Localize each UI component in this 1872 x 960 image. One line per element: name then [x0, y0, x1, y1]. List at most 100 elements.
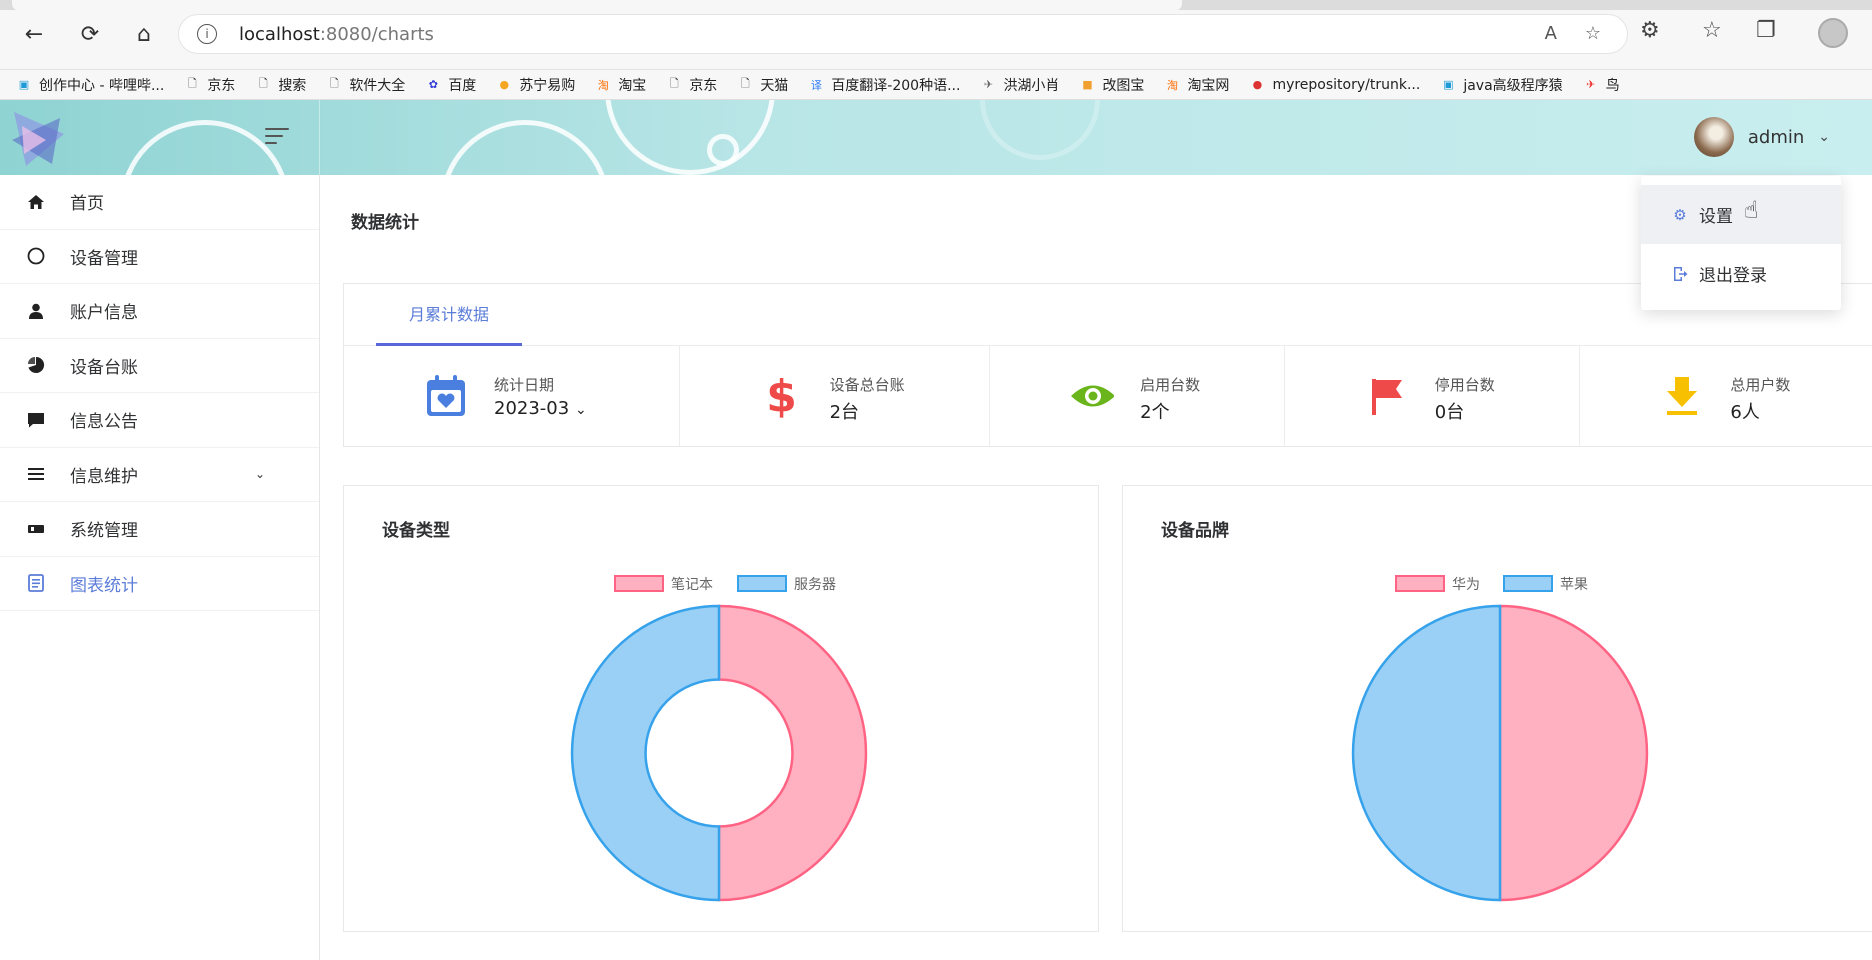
read-aloud-icon[interactable]: A [1545, 23, 1557, 44]
bookmark-item[interactable]: 🗋 京东 [184, 75, 235, 95]
settings-menu-item[interactable]: ⚙ 设置 [1641, 185, 1841, 244]
bookmark-item[interactable]: 淘淘宝 [595, 75, 647, 95]
pie-slice[interactable] [717, 604, 868, 902]
legend-swatch[interactable] [737, 575, 787, 592]
back-arrow-icon[interactable]: ← [16, 16, 52, 52]
sidebar-item-label: 设备管理 [70, 248, 138, 269]
legend-label: 服务器 [794, 577, 836, 593]
main-content: 数据统计 月累计数据 统计日期 2023-03 ⌄ $ 设备总台账 2台 启用台… [321, 175, 1872, 960]
chart-card-device-type: 设备类型 笔记本 服务器 [343, 485, 1099, 932]
stat-disabled: 停用台数 0台 [1285, 346, 1581, 447]
decor-circle [605, 100, 775, 175]
bookmark-item[interactable]: 淘淘宝网 [1164, 75, 1230, 95]
tab-monthly[interactable]: 月累计数据 [376, 284, 522, 346]
page-icon: 🗋 [669, 77, 679, 90]
taobao-icon: 淘 [1166, 78, 1178, 92]
site-info-icon[interactable]: i [197, 24, 217, 44]
sidebar-item-account[interactable]: 账户信息 [0, 284, 319, 339]
sidebar-item-label: 设备台账 [70, 357, 138, 378]
bookmark-item[interactable]: ● 苏宁易购 [496, 75, 576, 95]
sidebar-item-announcements[interactable]: 信息公告 [0, 393, 319, 448]
browser-profile-avatar[interactable] [1818, 18, 1848, 48]
stat-value: 2台 [829, 402, 860, 423]
bookmark-item[interactable]: ✈ 洪湖小肖 [980, 75, 1060, 95]
favorites-icon[interactable]: ☆ [1702, 18, 1722, 43]
bookmark-item[interactable]: ■ 改图宝 [1079, 75, 1144, 95]
bird-icon: ✈ [983, 78, 994, 91]
pie-chart: 华为 苹果 [1351, 575, 1649, 902]
system-icon [26, 519, 46, 539]
gaitubao-icon: ■ [1082, 78, 1093, 91]
bookmarks-bar: ▣ 创作中心 - 哔哩哔... 🗋 京东 🗋 搜索 🗋 软件大全 ✿ 百度 ● 苏宁易购淘淘宝 🗋 京东 🗋… [0, 70, 1872, 100]
stat-row: 统计日期 2023-03 ⌄ $ 设备总台账 2台 启用台数 2个 停用台数 0… [344, 346, 1872, 447]
bilibili-icon: ▣ [1443, 78, 1454, 91]
legend-label: 华为 [1452, 577, 1480, 593]
chevron-down-icon[interactable]: ⌄ [255, 467, 265, 481]
bookmark-item[interactable]: 🗋 天猫 [737, 75, 788, 95]
username[interactable]: admin [1748, 127, 1804, 148]
bookmark-label: 改图宝 [1102, 77, 1145, 94]
doughnut-chart: 笔记本 服务器 [570, 575, 868, 902]
legend-swatch[interactable] [1503, 575, 1553, 592]
collections-icon[interactable]: ❐ [1756, 18, 1776, 43]
url-path: :8080/charts [319, 23, 434, 45]
sidebar-item-label: 图表统计 [70, 575, 138, 596]
sidebar-item-devices[interactable]: 设备管理 [0, 230, 319, 284]
bookmark-item[interactable]: ▣ 创作中心 - 哔哩哔... [16, 75, 165, 95]
chevron-down-icon[interactable]: ⌄ [1818, 129, 1830, 145]
bookmark-item[interactable]: ✿ 百度 [425, 75, 477, 95]
sidebar-item-system[interactable]: 系统管理 [0, 502, 319, 557]
legend-swatch[interactable] [614, 575, 664, 592]
gear-icon: ⚙ [1673, 205, 1687, 224]
bookmark-label: 创作中心 - 哔哩哔... [39, 77, 165, 94]
legend-swatch[interactable] [1395, 575, 1445, 592]
bookmark-item[interactable]: ▣ java高级程序猿 [1440, 75, 1563, 95]
bookmark-label: myrepository/trunk... [1272, 76, 1421, 93]
baidu-icon: ✿ [428, 78, 438, 91]
menu-toggle-icon[interactable] [265, 128, 289, 149]
calendar-icon [424, 374, 468, 418]
chevron-down-icon[interactable]: ⌄ [575, 402, 587, 418]
decor-circle [980, 100, 1100, 160]
sidebar-item-label: 系统管理 [70, 521, 138, 542]
reload-icon[interactable]: ⟳ [72, 16, 108, 52]
active-tab[interactable] [12, 0, 1182, 10]
favorite-add-icon[interactable]: ☆ [1585, 23, 1601, 44]
sidebar-item-maintenance[interactable]: 信息维护 ⌄ [0, 448, 319, 502]
bookmark-item[interactable]: ✈ 鸟 [1583, 75, 1620, 95]
logout-menu-item[interactable]: 退出登录 [1641, 244, 1841, 303]
sidebar-item-home[interactable]: 首页 [0, 175, 319, 230]
circle-icon [26, 246, 46, 266]
bookmark-item[interactable]: 🗋 京东 [666, 75, 717, 95]
browser-toolbar: ← ⟳ ⌂ i localhost:8080/charts A ☆ ⚙ ☆ ❐ [0, 0, 1872, 70]
pie-slice[interactable] [1351, 604, 1502, 902]
pie-slice[interactable] [570, 604, 721, 902]
menu-item-label: 退出登录 [1699, 266, 1767, 286]
extensions-icon[interactable]: ⚙ [1640, 18, 1660, 43]
bookmark-label: 百度翻译-200种语... [831, 77, 961, 94]
home-browser-icon[interactable]: ⌂ [126, 16, 162, 52]
user-menu[interactable]: admin ⌄ [1693, 117, 1830, 157]
bookmark-item[interactable]: 🗋 搜索 [255, 75, 306, 95]
bookmark-label: 搜索 [278, 77, 307, 94]
page-icon: 🗋 [258, 77, 268, 90]
avatar[interactable] [1693, 117, 1734, 157]
sidebar-item-charts[interactable]: 图表统计 [0, 557, 319, 611]
sidebar-item-ledger[interactable]: 设备台账 [0, 339, 319, 393]
date-select[interactable]: 2023-03 ⌄ [494, 398, 587, 419]
address-bar[interactable]: i localhost:8080/charts A ☆ [178, 14, 1628, 54]
stat-value: 6人 [1730, 402, 1760, 423]
stat-label: 总用户数 [1730, 376, 1791, 394]
taobao-icon: 淘 [597, 78, 609, 92]
bookmark-label: 淘宝网 [1187, 77, 1230, 94]
bookmark-item[interactable]: ● myrepository/trunk... [1249, 76, 1421, 93]
bookmark-item[interactable]: 译百度翻译-200种语... [808, 75, 961, 95]
sidebar: 首页 设备管理 账户信息 设备台账 信息公告 信息维护 ⌄ 系统管理 图表统计 [0, 175, 320, 960]
bookmark-label: 苏宁易购 [519, 77, 576, 94]
stat-users: 总用户数 6人 [1580, 346, 1872, 447]
repo-icon: ● [1252, 78, 1263, 91]
sidebar-item-label: 账户信息 [70, 303, 138, 324]
pie-slice[interactable] [1498, 604, 1649, 902]
stat-enabled: 启用台数 2个 [990, 346, 1285, 447]
bookmark-item[interactable]: 🗋 软件大全 [326, 75, 405, 95]
